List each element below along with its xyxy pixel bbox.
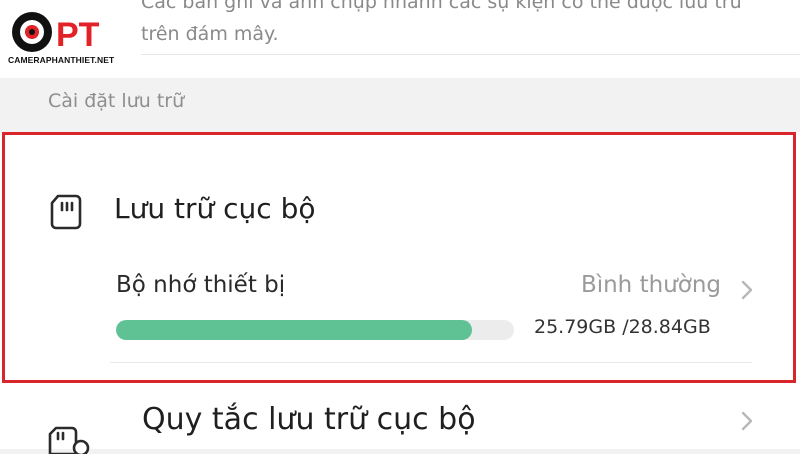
local-rules-title: Quy tắc lưu trữ cục bộ (142, 402, 476, 437)
cloud-description: Các bản ghi và ảnh chụp nhanh các sự kiệ… (141, 0, 742, 45)
sd-card-settings-icon (48, 426, 90, 454)
watermark-logo: PT CAMERAPHANTHIET.NET (6, 10, 128, 72)
divider (141, 54, 800, 55)
camera-logo-icon: PT (12, 12, 100, 54)
logo-caption: CAMERAPHANTHIET.NET (8, 55, 115, 65)
chevron-right-icon[interactable] (740, 410, 754, 432)
logo-letters: PT (56, 16, 100, 54)
section-title: Cài đặt lưu trữ (48, 90, 185, 112)
highlight-box (2, 132, 796, 383)
